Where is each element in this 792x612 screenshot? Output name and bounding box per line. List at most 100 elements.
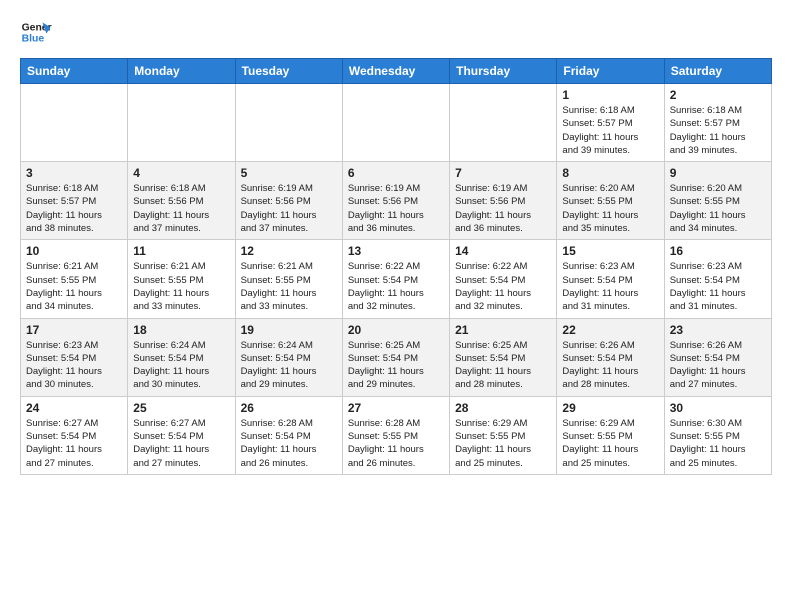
calendar-cell: 28 Sunrise: 6:29 AM Sunset: 5:55 PM Dayli… [450,396,557,474]
calendar-cell: 11 Sunrise: 6:21 AM Sunset: 5:55 PM Dayli… [128,240,235,318]
day-number: 27 [348,401,444,415]
day-info: Sunrise: 6:18 AM Sunset: 5:57 PM Dayligh… [670,104,766,157]
calendar-cell: 19 Sunrise: 6:24 AM Sunset: 5:54 PM Dayli… [235,318,342,396]
day-number: 8 [562,166,658,180]
day-info: Sunrise: 6:19 AM Sunset: 5:56 PM Dayligh… [241,182,337,235]
day-info: Sunrise: 6:22 AM Sunset: 5:54 PM Dayligh… [455,260,551,313]
calendar-cell: 3 Sunrise: 6:18 AM Sunset: 5:57 PM Daylig… [21,162,128,240]
day-number: 23 [670,323,766,337]
calendar-cell: 21 Sunrise: 6:25 AM Sunset: 5:54 PM Dayli… [450,318,557,396]
day-info: Sunrise: 6:23 AM Sunset: 5:54 PM Dayligh… [26,339,122,392]
calendar-cell: 5 Sunrise: 6:19 AM Sunset: 5:56 PM Daylig… [235,162,342,240]
weekday-header-thursday: Thursday [450,59,557,84]
day-number: 12 [241,244,337,258]
day-info: Sunrise: 6:20 AM Sunset: 5:55 PM Dayligh… [670,182,766,235]
day-number: 15 [562,244,658,258]
day-info: Sunrise: 6:28 AM Sunset: 5:55 PM Dayligh… [348,417,444,470]
calendar-cell: 17 Sunrise: 6:23 AM Sunset: 5:54 PM Dayli… [21,318,128,396]
day-number: 17 [26,323,122,337]
day-number: 16 [670,244,766,258]
day-info: Sunrise: 6:20 AM Sunset: 5:55 PM Dayligh… [562,182,658,235]
calendar-cell: 22Sunrise: 6:26 AM Sunset: 5:54 PM Dayli… [557,318,664,396]
weekday-header-sunday: Sunday [21,59,128,84]
calendar-cell: 16 Sunrise: 6:23 AM Sunset: 5:54 PM Dayli… [664,240,771,318]
day-info: Sunrise: 6:29 AM Sunset: 5:55 PM Dayligh… [562,417,658,470]
day-info: Sunrise: 6:24 AM Sunset: 5:54 PM Dayligh… [241,339,337,392]
weekday-header-monday: Monday [128,59,235,84]
weekday-header-tuesday: Tuesday [235,59,342,84]
calendar-cell: 15 Sunrise: 6:23 AM Sunset: 5:54 PM Dayli… [557,240,664,318]
day-number: 2 [670,88,766,102]
day-info: Sunrise: 6:19 AM Sunset: 5:56 PM Dayligh… [455,182,551,235]
day-number: 4 [133,166,229,180]
logo: General Blue [20,16,52,48]
day-number: 25 [133,401,229,415]
day-info: Sunrise: 6:21 AM Sunset: 5:55 PM Dayligh… [241,260,337,313]
day-info: Sunrise: 6:30 AM Sunset: 5:55 PM Dayligh… [670,417,766,470]
calendar-cell: 29 Sunrise: 6:29 AM Sunset: 5:55 PM Dayli… [557,396,664,474]
day-number: 30 [670,401,766,415]
logo-icon: General Blue [20,16,52,48]
calendar-cell [128,84,235,162]
day-info: Sunrise: 6:18 AM Sunset: 5:57 PM Dayligh… [562,104,658,157]
day-number: 19 [241,323,337,337]
calendar-cell [21,84,128,162]
day-number: 28 [455,401,551,415]
day-number: 18 [133,323,229,337]
calendar-cell: 20 Sunrise: 6:25 AM Sunset: 5:54 PM Dayli… [342,318,449,396]
weekday-header-wednesday: Wednesday [342,59,449,84]
calendar-cell: 30 Sunrise: 6:30 AM Sunset: 5:55 PM Dayli… [664,396,771,474]
day-number: 3 [26,166,122,180]
calendar-cell: 25 Sunrise: 6:27 AM Sunset: 5:54 PM Dayli… [128,396,235,474]
svg-text:Blue: Blue [22,34,45,45]
day-info: Sunrise: 6:22 AM Sunset: 5:54 PM Dayligh… [348,260,444,313]
day-number: 5 [241,166,337,180]
calendar-cell: 2 Sunrise: 6:18 AM Sunset: 5:57 PM Daylig… [664,84,771,162]
day-number: 1 [562,88,658,102]
day-info: Sunrise: 6:19 AM Sunset: 5:56 PM Dayligh… [348,182,444,235]
calendar-cell: 18Sunrise: 6:24 AM Sunset: 5:54 PM Dayli… [128,318,235,396]
day-info: Sunrise: 6:23 AM Sunset: 5:54 PM Dayligh… [670,260,766,313]
day-info: Sunrise: 6:21 AM Sunset: 5:55 PM Dayligh… [133,260,229,313]
day-info: Sunrise: 6:25 AM Sunset: 5:54 PM Dayligh… [348,339,444,392]
calendar-cell: 6 Sunrise: 6:19 AM Sunset: 5:56 PM Daylig… [342,162,449,240]
calendar-cell: 24Sunrise: 6:27 AM Sunset: 5:54 PM Dayli… [21,396,128,474]
day-info: Sunrise: 6:25 AM Sunset: 5:54 PM Dayligh… [455,339,551,392]
weekday-header-friday: Friday [557,59,664,84]
calendar-cell: 8 Sunrise: 6:20 AM Sunset: 5:55 PM Daylig… [557,162,664,240]
day-number: 9 [670,166,766,180]
day-info: Sunrise: 6:18 AM Sunset: 5:57 PM Dayligh… [26,182,122,235]
calendar-cell: 12 Sunrise: 6:21 AM Sunset: 5:55 PM Dayli… [235,240,342,318]
calendar-cell: 27 Sunrise: 6:28 AM Sunset: 5:55 PM Dayli… [342,396,449,474]
page: General Blue SundayMondayTuesdayWednesda… [0,0,792,612]
day-number: 20 [348,323,444,337]
day-info: Sunrise: 6:27 AM Sunset: 5:54 PM Dayligh… [133,417,229,470]
day-number: 26 [241,401,337,415]
day-number: 22 [562,323,658,337]
day-number: 14 [455,244,551,258]
calendar-cell [235,84,342,162]
header: General Blue [20,16,772,48]
day-number: 21 [455,323,551,337]
calendar-cell: 10Sunrise: 6:21 AM Sunset: 5:55 PM Dayli… [21,240,128,318]
day-info: Sunrise: 6:21 AM Sunset: 5:55 PM Dayligh… [26,260,122,313]
day-number: 13 [348,244,444,258]
day-info: Sunrise: 6:27 AM Sunset: 5:54 PM Dayligh… [26,417,122,470]
calendar-cell [342,84,449,162]
day-info: Sunrise: 6:18 AM Sunset: 5:56 PM Dayligh… [133,182,229,235]
day-info: Sunrise: 6:29 AM Sunset: 5:55 PM Dayligh… [455,417,551,470]
calendar-cell: 9 Sunrise: 6:20 AM Sunset: 5:55 PM Daylig… [664,162,771,240]
weekday-header-saturday: Saturday [664,59,771,84]
day-number: 11 [133,244,229,258]
calendar-cell: 23 Sunrise: 6:26 AM Sunset: 5:54 PM Dayli… [664,318,771,396]
day-info: Sunrise: 6:26 AM Sunset: 5:54 PM Dayligh… [670,339,766,392]
calendar-cell: 13 Sunrise: 6:22 AM Sunset: 5:54 PM Dayli… [342,240,449,318]
calendar-cell: 26 Sunrise: 6:28 AM Sunset: 5:54 PM Dayli… [235,396,342,474]
day-number: 7 [455,166,551,180]
day-number: 29 [562,401,658,415]
calendar: SundayMondayTuesdayWednesdayThursdayFrid… [20,58,772,475]
day-info: Sunrise: 6:28 AM Sunset: 5:54 PM Dayligh… [241,417,337,470]
day-info: Sunrise: 6:23 AM Sunset: 5:54 PM Dayligh… [562,260,658,313]
day-number: 6 [348,166,444,180]
calendar-cell: 7 Sunrise: 6:19 AM Sunset: 5:56 PM Daylig… [450,162,557,240]
